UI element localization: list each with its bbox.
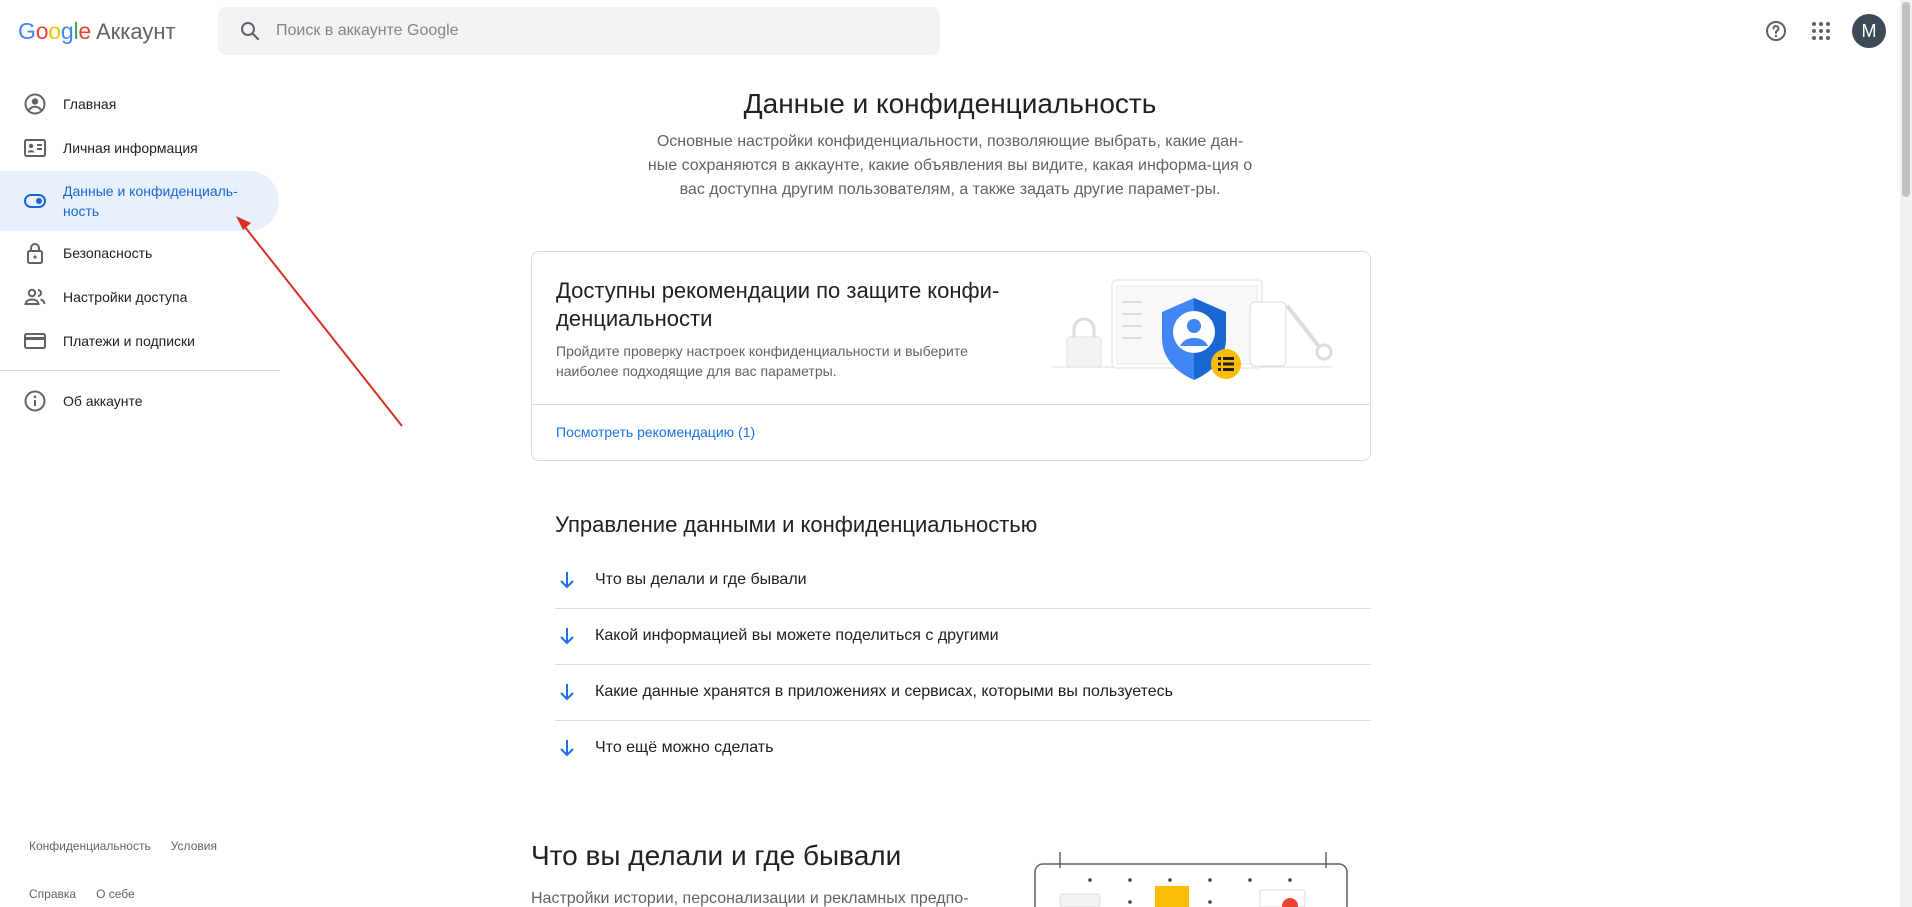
people-icon [24, 286, 46, 308]
sidebar-item-data-privacy[interactable]: Данные и конфиденциаль-ность [0, 171, 279, 231]
jump-link-label: Какие данные хранятся в приложениях и се… [595, 683, 1173, 700]
sidebar-item-security[interactable]: Безопасность [0, 231, 279, 275]
about-link[interactable]: О себе [96, 887, 135, 901]
privacy-recommendation-card: Доступны рекомендации по защите конфи-де… [531, 251, 1371, 461]
info-icon [24, 390, 46, 412]
avatar[interactable]: M [1852, 14, 1886, 48]
card-text: Пройдите проверку настроек конфиденциаль… [556, 343, 968, 379]
vertical-scrollbar[interactable] [1900, 0, 1912, 907]
help-link[interactable]: Справка [29, 887, 76, 901]
arrow-down-icon [560, 684, 574, 701]
card-title: Доступны рекомендации по защите конфи-де… [556, 278, 1000, 331]
jump-link-label: Какой информацией вы можете поделиться с… [595, 627, 999, 644]
terms-link[interactable]: Условия [171, 839, 217, 853]
activity-illustration [1030, 850, 1350, 907]
view-recommendation-link[interactable]: Посмотреть рекомендацию (1) [556, 424, 755, 440]
person-circle-icon [24, 93, 46, 115]
sidebar-item-home[interactable]: Главная [0, 82, 279, 126]
credit-card-icon [24, 330, 46, 352]
google-account-logo[interactable]: Google Аккаунт [18, 18, 176, 45]
apps-grid-icon [1812, 22, 1830, 40]
search-input[interactable] [276, 7, 916, 55]
sidebar-item-payments[interactable]: Платежи и подписки [0, 319, 279, 363]
scrollbar-thumb[interactable] [1902, 2, 1910, 197]
sidebar-item-about[interactable]: Об аккаунте [0, 379, 279, 423]
sidebar-item-label: Об аккаунте [63, 393, 143, 409]
privacy-checkup-illustration [1042, 272, 1342, 402]
search-bar[interactable] [218, 7, 940, 55]
google-wordmark: Google [18, 18, 91, 44]
lock-icon [24, 242, 46, 264]
sidebar-item-label: Главная [63, 96, 117, 112]
jump-link-more[interactable]: Что ещё можно сделать [555, 720, 1371, 776]
sidebar-item-personal-info[interactable]: Личная информация [0, 126, 279, 170]
search-icon[interactable] [238, 19, 262, 43]
jump-link-label: Что ещё можно сделать [595, 739, 774, 756]
sidebar-item-label: Платежи и подписки [63, 333, 195, 349]
privacy-link[interactable]: Конфиденциальность [29, 839, 151, 853]
page-title: Данные и конфиденциальность [743, 88, 1157, 119]
sidebar-item-label: Личная информация [63, 140, 198, 156]
footer-links-row-2: Справка О себе [29, 887, 135, 901]
help-button[interactable] [1758, 13, 1794, 49]
jump-link-label: Что вы делали и где бывали [595, 571, 807, 588]
activity-section-description: Настройки истории, персонализации и рекл… [531, 890, 969, 907]
page-description: Основные настройки конфиденциальности, п… [647, 133, 1253, 198]
app-header: Google Аккаунт M [0, 0, 1900, 62]
sidebar-item-label: Безопасность [63, 245, 153, 261]
sidebar-item-label: Данные и конфиденциаль-ность [63, 183, 238, 219]
manage-section-title: Управление данными и конфиденциальностью [555, 512, 1038, 537]
jump-link-sharing[interactable]: Какой информацией вы можете поделиться с… [555, 608, 1371, 664]
jump-link-activity[interactable]: Что вы делали и где бывали [555, 552, 1371, 608]
sidebar-item-sharing[interactable]: Настройки доступа [0, 275, 279, 319]
arrow-down-icon [560, 740, 574, 757]
footer-links-row-1: Конфиденциальность Условия [29, 839, 217, 853]
jump-link-app-data[interactable]: Какие данные хранятся в приложениях и се… [555, 664, 1371, 720]
toggle-icon [24, 190, 46, 212]
arrow-down-icon [560, 572, 574, 589]
help-icon [1766, 21, 1786, 41]
activity-section-title: Что вы делали и где бывали [531, 840, 902, 871]
arrow-down-icon [560, 628, 574, 645]
sidebar-divider [0, 370, 280, 371]
sidebar-item-label: Настройки доступа [63, 289, 188, 305]
logo-account-label: Аккаунт [96, 19, 176, 44]
id-card-icon [24, 137, 46, 159]
apps-button[interactable] [1803, 13, 1839, 49]
card-divider [532, 404, 1370, 405]
